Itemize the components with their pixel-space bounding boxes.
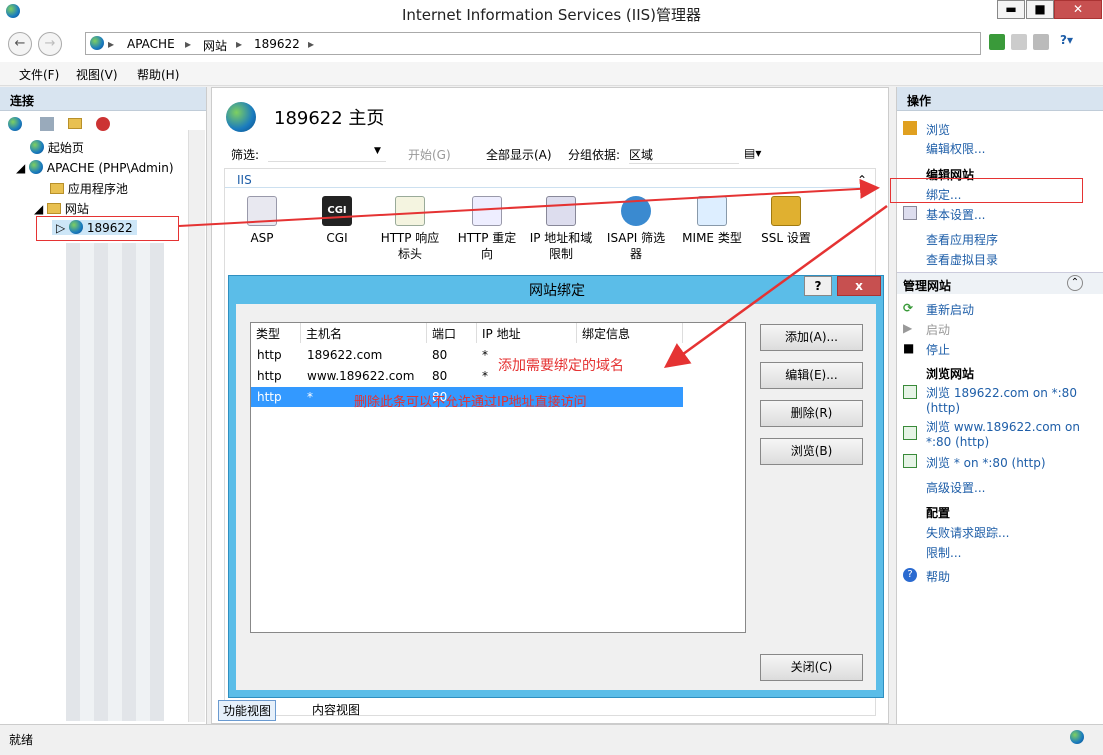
annotation-arrows — [178, 178, 888, 368]
arrow-to-bindings — [178, 178, 880, 227]
annotation-delete-note: 删除此条可以不允许通过IP地址直接访问 — [354, 395, 587, 410]
annotation-add-domain: 添加需要绑定的域名 — [498, 358, 624, 374]
arrow-to-dialog — [663, 204, 888, 368]
